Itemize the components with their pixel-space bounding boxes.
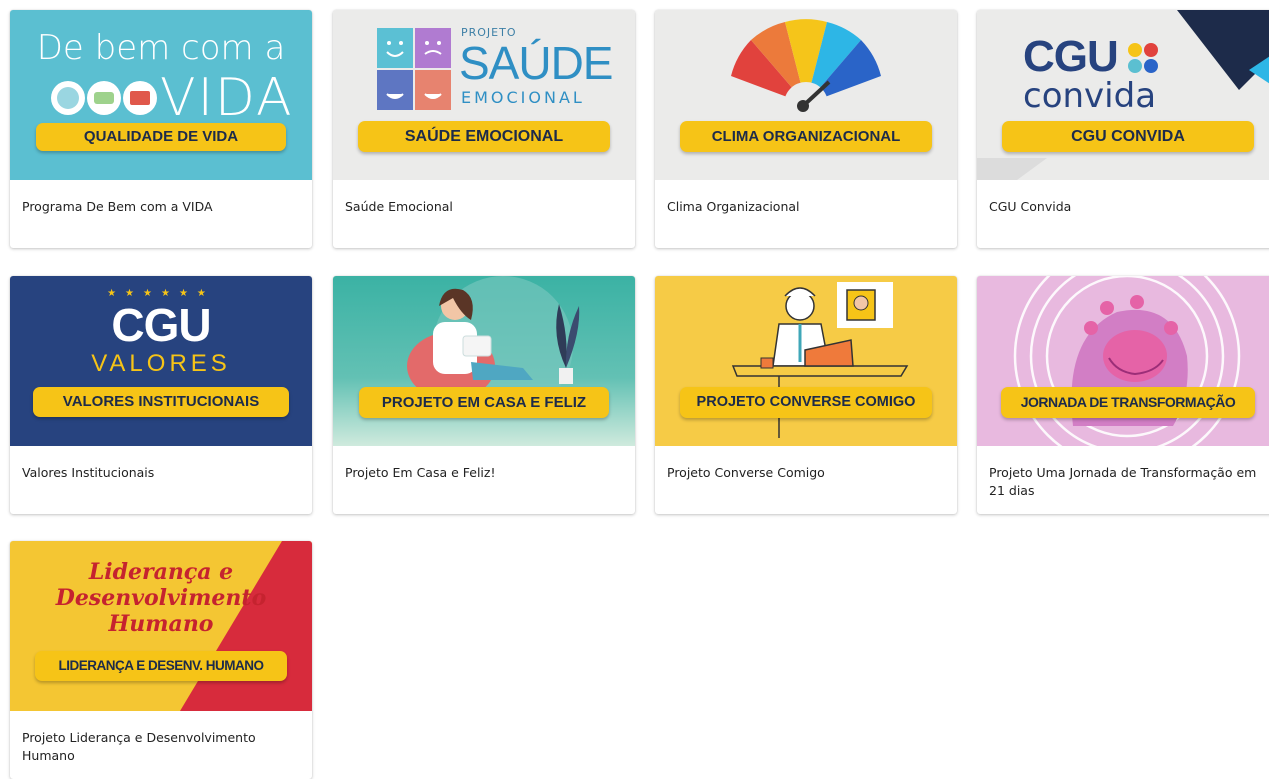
art-text-vida: VIDA bbox=[160, 68, 294, 128]
course-card-qualidade-de-vida[interactable]: De bem com a VIDA QUALIDADE DE VIDA Prog… bbox=[10, 10, 312, 248]
art-line-1: Liderança e bbox=[88, 559, 234, 585]
art-text-emocional: EMOCIONAL bbox=[461, 88, 585, 107]
card-thumbnail: PROJETO EM CASA E FELIZ bbox=[333, 276, 635, 446]
art-text-cgu: CGU bbox=[111, 299, 211, 351]
art-text-saude: SAÚDE bbox=[459, 37, 613, 89]
course-card-jornada-de-transformacao[interactable]: JORNADA DE TRANSFORMAÇÃO Projeto Uma Jor… bbox=[977, 276, 1269, 514]
card-thumbnail: De bem com a VIDA QUALIDADE DE VIDA bbox=[10, 10, 312, 180]
card-title: Projeto Em Casa e Feliz! bbox=[345, 465, 496, 480]
art-text-lideranca: Liderança e Desenvolvimento Humano bbox=[10, 559, 312, 637]
course-card-converse-comigo[interactable]: PROJETO CONVERSE COMIGO Projeto Converse… bbox=[655, 276, 957, 514]
art-text-cgu: CGU bbox=[1023, 32, 1119, 81]
card-thumbnail: JORNADA DE TRANSFORMAÇÃO bbox=[977, 276, 1269, 446]
card-title: Projeto Liderança e Desenvolvimento Huma… bbox=[22, 730, 256, 763]
faces-icon bbox=[1127, 42, 1159, 74]
card-title: Programa De Bem com a VIDA bbox=[22, 199, 213, 214]
course-card-lideranca-desenvolvimento-humano[interactable]: Liderança e Desenvolvimento Humano LIDER… bbox=[10, 541, 312, 779]
card-banner: SAÚDE EMOCIONAL bbox=[358, 121, 610, 152]
card-banner: PROJETO CONVERSE COMIGO bbox=[680, 387, 932, 418]
card-banner: PROJETO EM CASA E FELIZ bbox=[359, 387, 609, 418]
card-thumbnail: CLIMA ORGANIZACIONAL bbox=[655, 10, 957, 180]
card-title: Clima Organizacional bbox=[667, 199, 800, 214]
card-banner: JORNADA DE TRANSFORMAÇÃO bbox=[1001, 387, 1255, 418]
card-banner: CLIMA ORGANIZACIONAL bbox=[680, 121, 932, 152]
video-call-illustration bbox=[731, 282, 909, 438]
woman-reading-illustration bbox=[407, 276, 580, 416]
art-line-3: Humano bbox=[108, 611, 214, 637]
card-title: Valores Institucionais bbox=[22, 465, 155, 480]
card-title: CGU Convida bbox=[989, 199, 1072, 214]
card-thumbnail: ★★★★★★ CGU VALORES VALORES INSTITUCIONAI… bbox=[10, 276, 312, 446]
course-grid: De bem com a VIDA QUALIDADE DE VIDA Prog… bbox=[0, 0, 1269, 779]
course-card-clima-organizacional[interactable]: CLIMA ORGANIZACIONAL Clima Organizaciona… bbox=[655, 10, 957, 248]
card-thumbnail: PROJETO SAÚDE EMOCIONAL SAÚDE EMOCIONAL bbox=[333, 10, 635, 180]
card-thumbnail: PROJETO CONVERSE COMIGO bbox=[655, 276, 957, 446]
art-line-2: Desenvolvimento bbox=[55, 585, 267, 611]
card-title: Projeto Uma Jornada de Transformação em … bbox=[989, 465, 1257, 498]
card-thumbnail: Liderança e Desenvolvimento Humano LIDER… bbox=[10, 541, 312, 711]
card-title: Saúde Emocional bbox=[345, 199, 453, 214]
art-text-valores: VALORES bbox=[91, 350, 231, 377]
course-card-cgu-convida[interactable]: CGU convida CGU CONVIDA CGU Convida bbox=[977, 10, 1269, 248]
card-banner: QUALIDADE DE VIDA bbox=[36, 123, 286, 151]
card-banner: LIDERANÇA E DESENV. HUMANO bbox=[35, 651, 287, 681]
card-banner: CGU CONVIDA bbox=[1002, 121, 1254, 152]
emotion-faces-icon bbox=[377, 28, 453, 112]
art-text-de-bem: De bem com a bbox=[36, 28, 286, 68]
card-banner: VALORES INSTITUCIONAIS bbox=[33, 387, 289, 417]
course-card-saude-emocional[interactable]: PROJETO SAÚDE EMOCIONAL SAÚDE EMOCIONAL … bbox=[333, 10, 635, 248]
art-text-convida: convida bbox=[1023, 76, 1157, 116]
card-title: Projeto Converse Comigo bbox=[667, 465, 825, 480]
wellbeing-icons bbox=[48, 76, 158, 120]
course-card-em-casa-e-feliz[interactable]: PROJETO EM CASA E FELIZ Projeto Em Casa … bbox=[333, 276, 635, 514]
meditating-brain-illustration bbox=[1013, 276, 1241, 446]
card-thumbnail: CGU convida CGU CONVIDA bbox=[977, 10, 1269, 180]
gauge-icon bbox=[725, 16, 887, 116]
course-card-valores-institucionais[interactable]: ★★★★★★ CGU VALORES VALORES INSTITUCIONAI… bbox=[10, 276, 312, 514]
